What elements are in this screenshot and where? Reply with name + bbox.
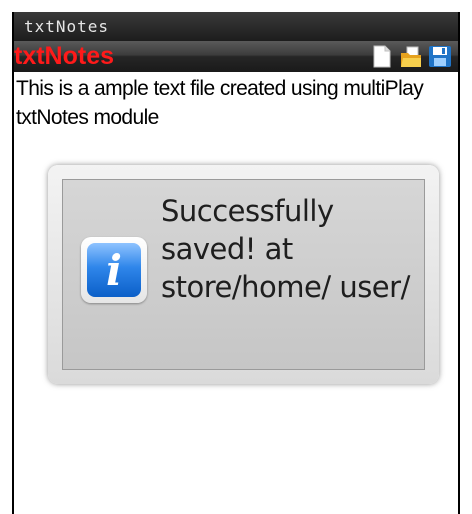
note-text[interactable]: This is a ample text file created using … [14,72,458,132]
open-folder-icon[interactable] [400,45,422,68]
window-title: txtNotes [24,17,110,36]
save-disk-icon[interactable] [428,45,452,68]
info-icon: i [81,237,147,303]
dialog-panel: i Successfully saved! at store/home/ use… [62,179,425,370]
save-confirmation-dialog: i Successfully saved! at store/home/ use… [48,165,439,384]
new-document-icon[interactable] [371,45,393,68]
dialog-message: Successfully saved! at store/home/ user/ [161,194,410,304]
window-title-bar: txtNotes [14,12,458,41]
editor-area[interactable]: This is a ample text file created using … [14,72,458,514]
device-screen: txtNotes txtNotes This is a ample text f… [12,12,460,514]
app-header-bar: txtNotes [14,41,458,72]
app-title: txtNotes [14,42,115,70]
